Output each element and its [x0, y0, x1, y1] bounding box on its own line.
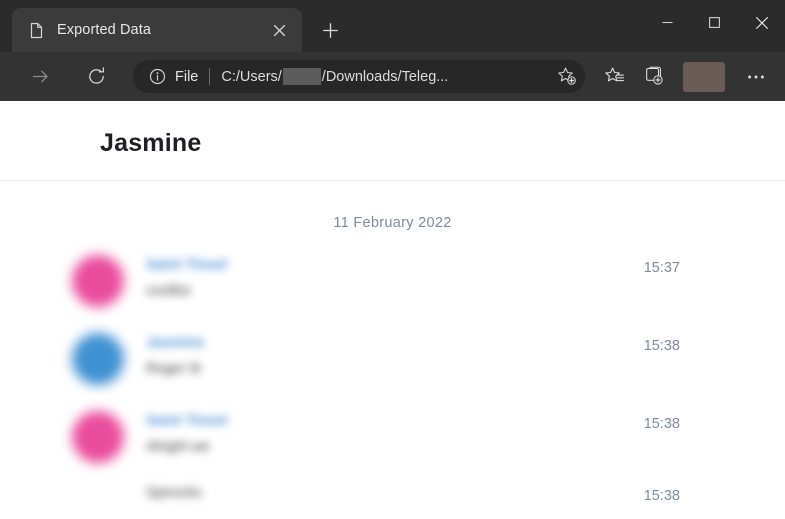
close-icon — [755, 16, 768, 29]
message-timestamp: 15:38 — [643, 338, 680, 354]
avatar — [72, 333, 124, 385]
message-body: Saint Tinsel Alright we — [124, 404, 680, 458]
message-body: Saint Tinsel coolbiz — [124, 248, 680, 302]
url-suffix: /Downloads/Teleg... — [321, 68, 449, 85]
page-header: Jasmine — [0, 101, 785, 181]
message-sender: Jasmine — [146, 335, 205, 351]
url-scheme-label: File — [175, 68, 199, 85]
file-document-icon — [28, 22, 45, 39]
message-row: Saint Tinsel coolbiz 15:37 — [0, 248, 785, 326]
date-label: 11 February 2022 — [333, 215, 452, 231]
settings-and-more-button[interactable] — [739, 60, 773, 94]
plus-icon — [322, 22, 338, 38]
navigation-toolbar: File C:/Users/ /Downloads/Teleg... — [0, 52, 785, 101]
new-tab-button[interactable] — [312, 12, 348, 48]
close-icon[interactable] — [266, 17, 292, 43]
arrow-right-icon — [32, 70, 48, 83]
profile-button[interactable] — [683, 61, 725, 92]
address-divider — [209, 68, 211, 85]
minimize-icon — [662, 21, 673, 24]
info-circle-icon[interactable] — [145, 65, 169, 89]
message-list: Saint Tinsel coolbiz 15:37 Jasmine Roger… — [0, 248, 785, 519]
avatar — [72, 255, 124, 307]
avatar-placeholder — [72, 489, 124, 519]
window-controls — [644, 0, 785, 45]
tab-exported-data[interactable]: Exported Data — [12, 8, 302, 52]
ellipsis-icon — [748, 75, 764, 78]
url-prefix: C:/Users/ — [221, 68, 282, 85]
message-timestamp: 15:38 — [643, 488, 680, 504]
message-timestamp: 15:37 — [643, 260, 680, 276]
browser-window: Exported Data File C:/Users/ /Downloads/… — [0, 0, 785, 519]
reload-button[interactable] — [77, 58, 115, 96]
refresh-icon — [88, 67, 104, 84]
message-row: Spirocks 15:38 — [0, 482, 785, 519]
collections-button[interactable] — [637, 60, 671, 94]
message-text: Spirocks — [146, 485, 202, 501]
forward-button[interactable] — [21, 58, 59, 96]
collections-icon — [645, 66, 663, 85]
browser-chrome: Exported Data File C:/Users/ /Downloads/… — [0, 0, 785, 101]
message-row: Saint Tinsel Alright we 15:38 — [0, 404, 785, 482]
maximize-button[interactable] — [691, 0, 738, 45]
close-window-button[interactable] — [738, 0, 785, 45]
favorites-button[interactable] — [597, 60, 631, 94]
address-bar[interactable]: File C:/Users/ /Downloads/Teleg... — [133, 60, 585, 93]
message-row: Jasmine Roger th 15:38 — [0, 326, 785, 404]
minimize-button[interactable] — [644, 0, 691, 45]
url-redaction-block — [282, 68, 321, 85]
add-favorite-icon[interactable] — [551, 62, 581, 92]
tab-strip: Exported Data — [0, 0, 785, 52]
message-text: Alright we — [146, 439, 210, 455]
date-separator: 11 February 2022 — [0, 181, 785, 248]
maximize-icon — [709, 17, 720, 28]
url-text: C:/Users/ /Downloads/Teleg... — [221, 68, 549, 85]
message-body: Jasmine Roger th — [124, 326, 680, 380]
avatar — [72, 411, 124, 463]
page-content: Jasmine 11 February 2022 Saint Tinsel co… — [0, 101, 785, 519]
page-title: Jasmine — [100, 129, 202, 157]
message-text: coolbiz — [146, 283, 192, 299]
message-sender: Saint Tinsel — [146, 257, 228, 273]
message-body: Spirocks — [124, 482, 680, 504]
message-text: Roger th — [146, 361, 202, 377]
message-sender: Saint Tinsel — [146, 413, 228, 429]
favorites-star-list-icon — [604, 67, 624, 82]
message-timestamp: 15:38 — [643, 416, 680, 432]
tab-title: Exported Data — [57, 22, 151, 38]
